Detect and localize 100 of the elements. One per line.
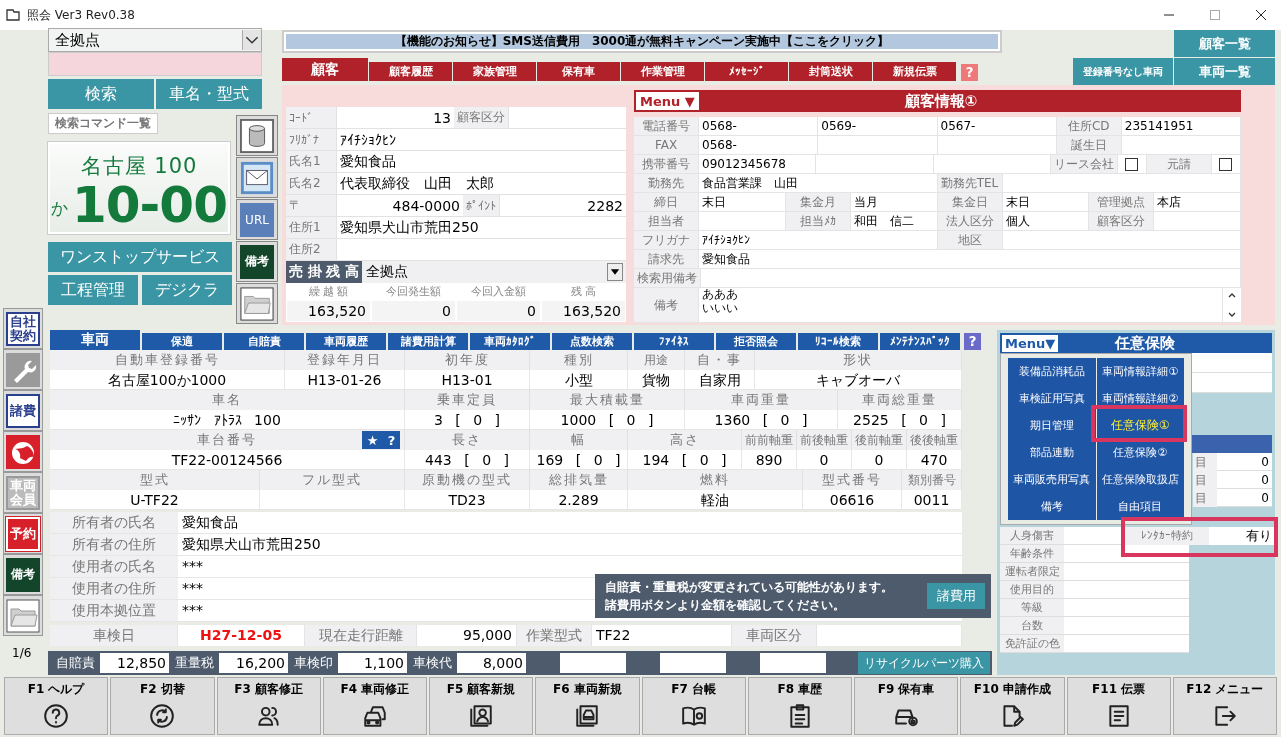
customer-tab[interactable]: 封筒送状 bbox=[789, 62, 872, 81]
field-value: 2282 bbox=[586, 196, 624, 216]
fee-value: 12,850 bbox=[100, 653, 169, 673]
menu-item[interactable]: 部品連動 bbox=[1008, 439, 1096, 466]
recycle-parts-button[interactable]: リサイクルパーツ購入 bbox=[858, 652, 990, 674]
table-cell: キャブオーバ bbox=[755, 370, 962, 390]
fee-value-field bbox=[560, 653, 626, 673]
customer-tab[interactable]: 顧客履歴 bbox=[369, 62, 452, 81]
customer-tab[interactable]: 家族管理 bbox=[453, 62, 536, 81]
function-key-button[interactable]: F11 伝票 bbox=[1066, 677, 1171, 735]
vehicle-tab[interactable]: 自賠責 bbox=[224, 333, 304, 350]
unregistered-vehicle-button[interactable]: 登録番号なし車両 bbox=[1073, 58, 1173, 85]
globe-icon[interactable] bbox=[6, 434, 40, 469]
customer-tab[interactable]: 顧客 bbox=[282, 58, 368, 81]
field-label: 集金月 bbox=[785, 193, 851, 211]
balance-branch-select[interactable]: 全拠点 bbox=[362, 261, 626, 283]
checkbox[interactable] bbox=[1125, 157, 1139, 171]
field-label: 目 bbox=[1193, 453, 1217, 471]
customer-list-button[interactable]: 顧客一覧 bbox=[1174, 30, 1275, 57]
function-key-button[interactable]: F8 車歴 bbox=[747, 677, 852, 735]
fee-value-field bbox=[760, 653, 826, 673]
service-button[interactable]: ワンストップサービス bbox=[48, 242, 232, 272]
rail-button[interactable]: 予約 bbox=[6, 516, 40, 551]
menu-item[interactable]: 装備品消耗品 bbox=[1008, 358, 1096, 385]
function-key-button[interactable]: F2 切替 bbox=[110, 677, 215, 735]
balance-value: 163,520 bbox=[287, 301, 370, 321]
vehicle-tab[interactable]: 点数検索 bbox=[552, 333, 632, 350]
search-button[interactable]: 検索 bbox=[48, 79, 154, 109]
vehicle-tab[interactable]: 車両 bbox=[50, 330, 140, 350]
column-header: 初年度 bbox=[405, 350, 530, 370]
function-key-button[interactable]: F3 顧客修正 bbox=[216, 677, 321, 735]
field-value: 0 bbox=[1217, 453, 1272, 471]
field-value: ｱｲﾁｼｮｸﾋﾝ bbox=[339, 130, 397, 150]
customer-tab[interactable]: 作業管理 bbox=[621, 62, 704, 81]
field-label: FAX bbox=[634, 136, 699, 154]
vehicle-tab[interactable]: 保適 bbox=[142, 333, 222, 350]
help-button[interactable]: ? bbox=[387, 432, 396, 448]
fee-value: 8,000 bbox=[457, 653, 526, 673]
service-button[interactable]: 工程管理 bbox=[48, 275, 138, 305]
mail-icon[interactable] bbox=[240, 160, 274, 195]
folder-icon[interactable] bbox=[6, 598, 40, 633]
function-key-button[interactable]: F6 車両新規 bbox=[535, 677, 640, 735]
database-icon[interactable] bbox=[240, 118, 274, 153]
menu-button[interactable]: Menu▼ bbox=[1002, 334, 1059, 352]
menu-item[interactable]: 期日管理 bbox=[1008, 412, 1096, 439]
field-value: 愛知食品 bbox=[339, 151, 397, 171]
vehicle-tab[interactable]: 諸費用計算 bbox=[388, 333, 468, 350]
rail-button[interactable]: 自社契約 bbox=[6, 311, 40, 346]
table-cell: 1360 [ 0 ] bbox=[685, 410, 838, 430]
function-key-button[interactable]: F10 申請作成 bbox=[960, 677, 1065, 735]
vehicle-tab[interactable]: ﾘｺｰﾙ検索 bbox=[798, 333, 878, 350]
rail-button[interactable]: 諸費 bbox=[6, 393, 40, 428]
function-key-button[interactable]: F9 保有車 bbox=[854, 677, 959, 735]
menu-item[interactable]: 車検証用写真 bbox=[1008, 385, 1096, 412]
table-cell: 2525 [ 0 ] bbox=[838, 410, 962, 430]
notice-banner[interactable]: 【機能のお知らせ】SMS送信費用 3000通が無料キャンペーン実施中【ここをクリック】 bbox=[286, 34, 998, 49]
fees-button[interactable]: 諸費用 bbox=[927, 583, 985, 609]
close-icon[interactable] bbox=[1255, 9, 1267, 21]
customer-tab[interactable]: 新規伝票 bbox=[873, 62, 956, 81]
search-input-field[interactable] bbox=[48, 52, 262, 76]
menu-item[interactable]: 車両販売用写真 bbox=[1008, 466, 1096, 493]
url-button[interactable]: URL bbox=[240, 202, 274, 237]
vehicle-tab[interactable]: ﾌｧｲﾈｽ bbox=[634, 333, 714, 350]
rail-button[interactable]: 備考 bbox=[6, 557, 40, 592]
function-key-button[interactable]: F4 車両修正 bbox=[322, 677, 427, 735]
help-button[interactable]: ? bbox=[964, 333, 981, 350]
vehicle-tab[interactable]: 車両ｶﾀﾛｸﾞ bbox=[470, 333, 550, 350]
checkbox[interactable] bbox=[1219, 157, 1233, 171]
star-icon[interactable]: ★ bbox=[366, 432, 379, 448]
field-label: ﾚﾝﾀｶｰ特約 bbox=[1124, 527, 1209, 545]
vehicle-tab[interactable]: 拒否照会 bbox=[716, 333, 796, 350]
column-header: 高さ bbox=[628, 430, 742, 450]
menu-item[interactable]: 備考 bbox=[1008, 493, 1096, 520]
menu-item[interactable]: 任意保険取扱店 bbox=[1096, 466, 1184, 493]
function-key-button[interactable]: F12 メニュー bbox=[1172, 677, 1277, 735]
customer-tab[interactable]: ﾒｯｾｰｼﾞ bbox=[705, 62, 788, 81]
fee-label: 車検代 bbox=[411, 654, 453, 672]
menu-item[interactable]: 任意保険① bbox=[1096, 412, 1184, 439]
service-button[interactable]: デジクラ bbox=[142, 275, 232, 305]
wrench-icon[interactable] bbox=[6, 352, 40, 387]
vehicle-list-button[interactable]: 車両一覧 bbox=[1174, 58, 1275, 85]
note-button[interactable]: 備考 bbox=[240, 244, 274, 279]
table-cell: 890 bbox=[742, 450, 797, 470]
menu-item[interactable]: 自由項目 bbox=[1096, 493, 1184, 520]
remarks-line: いいい bbox=[702, 301, 738, 316]
function-key-button[interactable]: F1 ヘルプ bbox=[4, 677, 109, 735]
function-key-button[interactable]: F7 台帳 bbox=[641, 677, 746, 735]
customer-tab[interactable]: 保有車 bbox=[537, 62, 620, 81]
menu-button[interactable]: Menu ▼ bbox=[636, 92, 699, 110]
folder-icon[interactable] bbox=[240, 286, 274, 321]
vehicle-tab[interactable]: 車両履歴 bbox=[306, 333, 386, 350]
function-key-button[interactable]: F5 顧客新規 bbox=[429, 677, 534, 735]
branch-select[interactable]: 全拠点 bbox=[48, 28, 262, 52]
field-value: *** bbox=[178, 556, 962, 577]
command-list-button[interactable]: 検索コマンド一覧 bbox=[48, 113, 158, 134]
search-button[interactable]: 車名・型式 bbox=[156, 79, 262, 109]
column-header: 自・事 bbox=[685, 350, 755, 370]
menu-item[interactable]: 車両情報詳細① bbox=[1096, 358, 1184, 385]
vehicle-tab[interactable]: ﾒﾝﾃﾅﾝｽﾊﾟｯｸ bbox=[880, 333, 960, 350]
column-header: 自動車登録番号 bbox=[50, 350, 285, 370]
